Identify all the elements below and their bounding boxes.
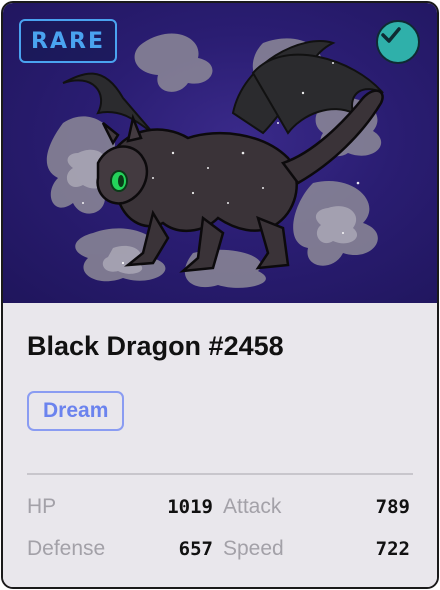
creature-name: Black Dragon #2458 [27,331,284,361]
rarity-label: RARE [31,28,105,54]
rarity-badge: RARE [19,19,117,63]
check-circle-icon[interactable] [376,20,420,64]
stat-label-speed: Speed [223,537,284,560]
stat-value-hp: 1019 [167,496,213,518]
stat-label-hp: HP [27,495,57,518]
stat-value-speed: 722 [375,538,410,560]
stats-divider [27,473,413,475]
stat-value-attack: 789 [375,496,410,518]
stat-value-defense: 657 [178,538,213,560]
checkmark-icon [381,27,401,43]
card-info-panel: Black Dragon #2458 Dream HP 1019 Attack … [3,303,437,587]
stat-label-attack: Attack [223,495,282,518]
creature-artwork: RARE [3,3,437,303]
stat-label-defense: Defense [27,537,106,560]
type-chip[interactable]: Dream [27,391,125,431]
creature-card[interactable]: RARE Black Dragon #2458 Dream HP 1019 At… [1,1,439,589]
type-label: Dream [43,399,109,422]
